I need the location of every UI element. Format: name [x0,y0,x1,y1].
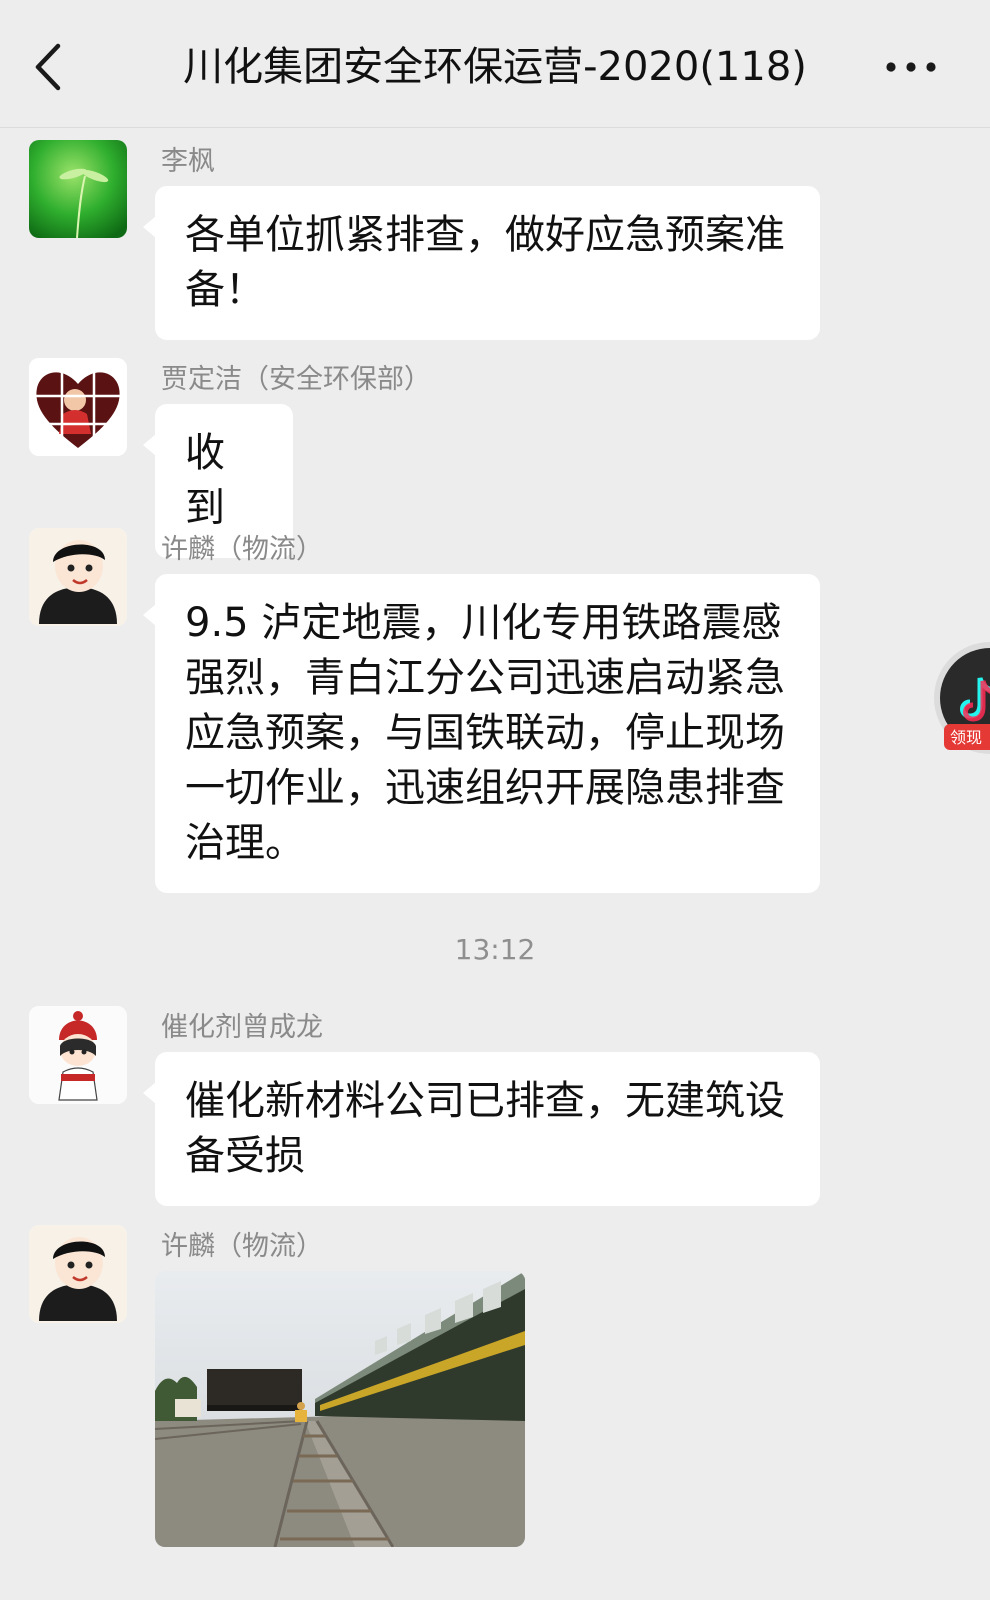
message-text-line: 各单位抓紧排查，做好应急预案准 [185,212,785,258]
back-button[interactable] [30,40,70,94]
avatar-heart-icon [29,358,127,456]
sender-name: 许麟（物流） [161,1231,323,1262]
message-text-line: 一切作业，迅速组织开展隐患排查 [185,765,785,811]
more-options-button[interactable] [884,52,938,82]
message-text-line: 治理。 [185,820,305,866]
avatar[interactable] [29,358,127,456]
message-text-line: 9.5 泸定地震，川化专用铁路震感 [185,600,782,646]
chat-title: 川化集团安全环保运营-2020(118) [183,44,807,90]
avatar[interactable] [29,140,127,238]
avatar[interactable] [29,1006,127,1104]
chat-header: 川化集团安全环保运营-2020(118) [0,0,990,128]
tiktok-icon: 领现 [934,642,990,754]
message-bubble[interactable]: 催化新材料公司已排查，无建筑设 备受损 [143,1052,820,1206]
avatar-red-hat-girl-icon [29,1006,127,1104]
message-text-line: 备受损 [185,1133,305,1179]
chat-timestamp: 13:12 [454,933,536,966]
sender-name: 催化剂曾成龙 [161,1012,323,1043]
sender-name: 许麟（物流） [161,534,323,565]
avatar[interactable] [29,528,127,626]
message-bubble[interactable]: 各单位抓紧排查，做好应急预案准 备！ [143,186,820,340]
avatar-cartoon-girl-icon [29,528,127,626]
avatar[interactable] [29,1225,127,1323]
message-text-line: 收到 [185,430,225,531]
message-text-line: 催化新材料公司已排查，无建筑设 [185,1078,785,1124]
sender-name: 贾定洁（安全环保部） [161,364,431,395]
chevron-left-icon [35,43,61,91]
message-text-line: 强烈，青白江分公司迅速启动紧急 [185,655,785,701]
avatar-cartoon-girl-icon [29,1225,127,1323]
avatar-plant-icon [29,140,127,238]
message-text-line: 备！ [185,267,265,313]
more-icon [886,62,936,72]
image-message[interactable] [155,1271,525,1547]
sender-name: 李枫 [161,146,215,177]
floating-widget-label: 领现 [950,728,982,747]
floating-widget[interactable]: 领现 [930,640,990,760]
message-text-line: 应急预案，与国铁联动，停止现场 [185,710,785,756]
railway-photo [155,1271,525,1547]
message-bubble[interactable]: 9.5 泸定地震，川化专用铁路震感 强烈，青白江分公司迅速启动紧急 应急预案，与… [143,574,820,893]
